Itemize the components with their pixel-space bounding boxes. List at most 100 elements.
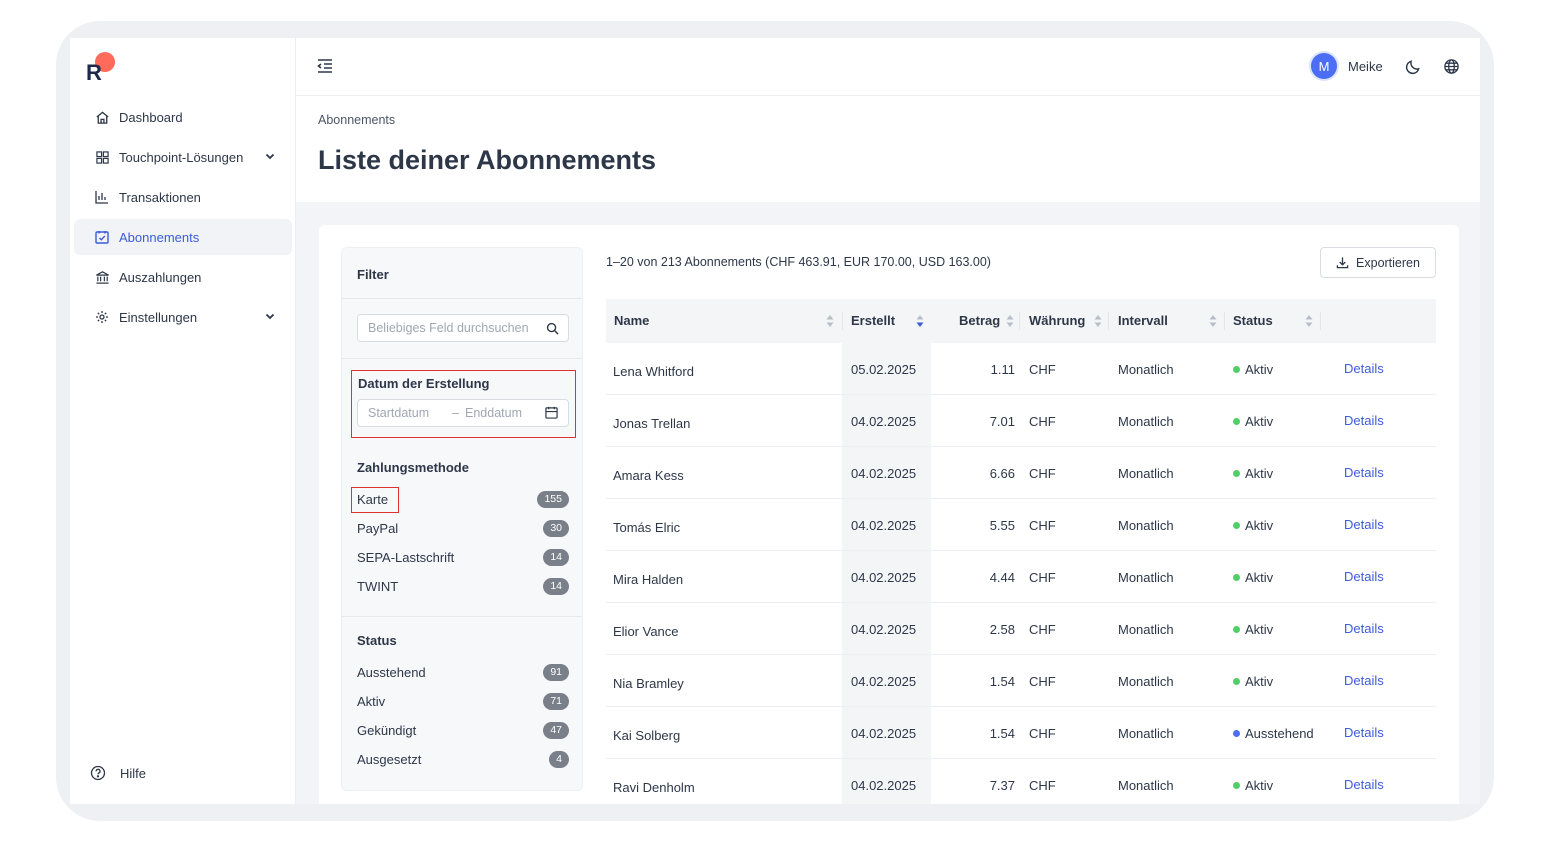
sidebar-item-dashboard[interactable]: Dashboard	[74, 99, 292, 135]
column-header-intervall[interactable]: Intervall	[1118, 313, 1168, 328]
details-link[interactable]: Details	[1344, 569, 1384, 584]
table-row[interactable]: Nia Bramley 04.02.2025 1.54 CHF Monatlic…	[606, 655, 1436, 707]
column-header-status[interactable]: Status	[1233, 313, 1273, 328]
column-header-waehrung[interactable]: Währung	[1029, 313, 1085, 328]
start-date-placeholder[interactable]: Startdatum	[368, 406, 429, 420]
sidebar-item-label: Abonnements	[119, 229, 200, 245]
count-badge: 47	[543, 722, 569, 739]
sidebar-item-touchpoint[interactable]: Touchpoint-Lösungen	[74, 139, 292, 175]
sidebar-item-transaktionen[interactable]: Transaktionen	[74, 179, 292, 215]
sort-icon[interactable]	[1094, 314, 1102, 328]
filter-option-twint[interactable]: TWINT 14	[357, 577, 569, 597]
cell-created: 04.02.2025	[851, 518, 917, 533]
count-badge: 14	[543, 578, 569, 595]
column-separator	[842, 312, 843, 330]
count-badge: 71	[543, 693, 569, 710]
cell-status: Aktiv	[1233, 362, 1273, 377]
filter-title: Filter	[357, 267, 389, 282]
export-button[interactable]: Exportieren	[1320, 247, 1436, 278]
column-header-name[interactable]: Name	[614, 313, 649, 328]
cell-amount: 2.58	[989, 622, 1015, 637]
details-link[interactable]: Details	[1344, 725, 1384, 740]
globe-icon[interactable]	[1443, 58, 1460, 75]
cell-status: Aktiv	[1233, 518, 1273, 533]
table-row[interactable]: Ravi Denholm 04.02.2025 7.37 CHF Monatli…	[606, 759, 1436, 804]
cell-status: Aktiv	[1233, 622, 1273, 637]
table-row[interactable]: Kai Solberg 04.02.2025 1.54 CHF Monatlic…	[606, 707, 1436, 759]
sidebar-item-abonnements[interactable]: Abonnements	[74, 219, 292, 255]
count-badge: 91	[543, 664, 569, 681]
filter-option-aktiv[interactable]: Aktiv 71	[357, 692, 569, 712]
details-link[interactable]: Details	[1344, 517, 1384, 532]
cell-currency: CHF	[1029, 622, 1056, 637]
details-link[interactable]: Details	[1344, 361, 1384, 376]
table-row[interactable]: Jonas Trellan 04.02.2025 7.01 CHF Monatl…	[606, 395, 1436, 447]
table-row[interactable]: Lena Whitford 05.02.2025 1.11 CHF Monatl…	[606, 343, 1436, 395]
sidebar-item-label: Auszahlungen	[119, 269, 202, 285]
filter-option-ausgesetzt[interactable]: Ausgesetzt 4	[357, 750, 569, 770]
table-row[interactable]: Amara Kess 04.02.2025 6.66 CHF Monatlich…	[606, 447, 1436, 499]
sort-icon[interactable]	[1305, 314, 1313, 328]
filter-panel: Filter Beliebiges Feld durchsuchen Datum…	[341, 247, 583, 791]
subscriptions-card: Filter Beliebiges Feld durchsuchen Datum…	[319, 225, 1459, 804]
sort-icon[interactable]	[826, 314, 834, 328]
table-row[interactable]: Elior Vance 04.02.2025 2.58 CHF Monatlic…	[606, 603, 1436, 655]
end-date-placeholder[interactable]: Enddatum	[465, 406, 522, 420]
filter-option-ausstehend[interactable]: Ausstehend 91	[357, 663, 569, 683]
status-dot-active	[1233, 574, 1240, 582]
cell-currency: CHF	[1029, 674, 1056, 689]
cell-created: 04.02.2025	[851, 570, 917, 585]
cell-amount: 1.54	[989, 726, 1015, 741]
cell-interval: Monatlich	[1118, 674, 1174, 689]
details-link[interactable]: Details	[1344, 673, 1384, 688]
table-row[interactable]: Mira Halden 04.02.2025 4.44 CHF Monatlic…	[606, 551, 1436, 603]
chevron-down-icon	[265, 153, 275, 160]
karte-highlight	[351, 487, 399, 513]
search-input[interactable]: Beliebiges Feld durchsuchen	[357, 314, 569, 342]
table-row[interactable]: Tomás Elric 04.02.2025 5.55 CHF Monatlic…	[606, 499, 1436, 551]
cell-status: Aktiv	[1233, 778, 1273, 793]
status-filter-title: Status	[357, 633, 397, 648]
user-name[interactable]: Meike	[1348, 59, 1383, 74]
details-link[interactable]: Details	[1344, 777, 1384, 792]
breadcrumb[interactable]: Abonnements	[318, 113, 395, 127]
column-header-betrag[interactable]: Betrag	[959, 313, 1000, 328]
cell-created: 04.02.2025	[851, 778, 917, 793]
moon-icon[interactable]	[1405, 58, 1422, 75]
sidebar-item-label: Einstellungen	[119, 309, 198, 325]
filter-option-gekuendigt[interactable]: Gekündigt 47	[357, 721, 569, 741]
sidebar-item-einstellungen[interactable]: Einstellungen	[74, 299, 292, 335]
details-link[interactable]: Details	[1344, 413, 1384, 428]
filter-option-paypal[interactable]: PayPal 30	[357, 519, 569, 539]
column-header-erstellt[interactable]: Erstellt	[851, 313, 895, 328]
brand-logo[interactable]: R	[84, 51, 118, 81]
sort-icon[interactable]	[1006, 314, 1014, 328]
status-dot-active	[1233, 522, 1240, 530]
cell-interval: Monatlich	[1118, 570, 1174, 585]
status-dot-active	[1233, 782, 1240, 790]
divider	[342, 298, 582, 299]
sort-descending-icon[interactable]	[916, 314, 924, 328]
status-label: Aktiv	[1245, 466, 1274, 481]
column-separator	[1019, 312, 1020, 330]
column-separator	[1320, 312, 1321, 330]
cell-currency: CHF	[1029, 466, 1056, 481]
cell-amount: 1.11	[990, 362, 1015, 377]
filter-option-sepa[interactable]: SEPA-Lastschrift 14	[357, 548, 569, 568]
status-dot-active	[1233, 626, 1240, 634]
details-link[interactable]: Details	[1344, 465, 1384, 480]
cell-status: Aktiv	[1233, 674, 1273, 689]
cell-currency: CHF	[1029, 362, 1056, 377]
date-range-input[interactable]: Startdatum – Enddatum	[357, 399, 569, 427]
page-header: Abonnements Liste deiner Abonnements	[296, 96, 1480, 202]
cell-created: 04.02.2025	[851, 726, 917, 741]
help-link[interactable]: Hilfe	[90, 765, 146, 781]
sidebar-item-auszahlungen[interactable]: Auszahlungen	[74, 259, 292, 295]
calendar-icon[interactable]	[545, 406, 558, 419]
menu-collapse-icon[interactable]	[316, 57, 334, 75]
page-title: Liste deiner Abonnements	[318, 145, 657, 175]
avatar[interactable]: M	[1311, 53, 1337, 79]
sort-icon[interactable]	[1209, 314, 1217, 328]
home-icon	[94, 109, 110, 125]
details-link[interactable]: Details	[1344, 621, 1384, 636]
